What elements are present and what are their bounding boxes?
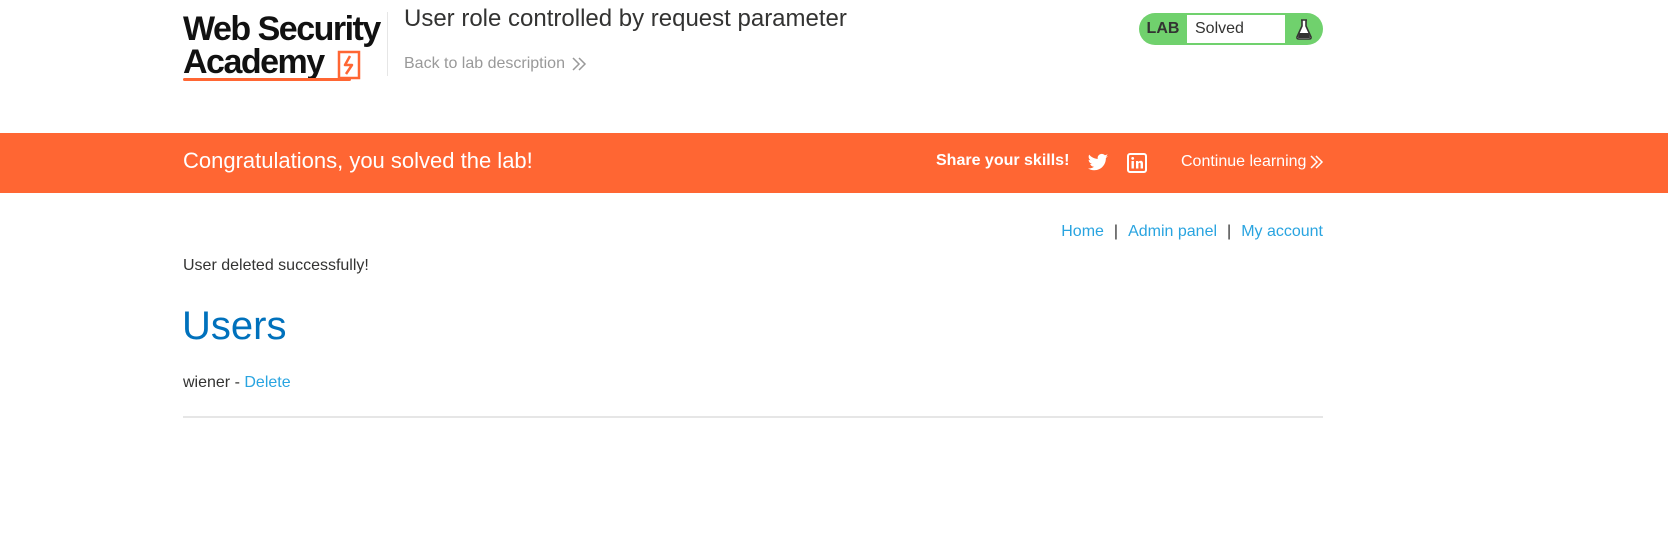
lab-status-widget: LAB Solved [1139,13,1323,45]
lab-title: User role controlled by request paramete… [404,5,847,32]
logo-line-2: Academy [183,43,325,81]
nav-separator: | [1227,223,1232,240]
congratulations-message: Congratulations, you solved the lab! [183,148,533,173]
content-divider [183,416,1323,418]
back-to-lab-description-link[interactable]: Back to lab description [404,55,587,73]
nav-my-account-link[interactable]: My account [1241,223,1323,240]
top-navigation: Home | Admin panel | My account [1061,223,1323,241]
lab-status-label: LAB [1146,20,1180,37]
users-heading: Users [182,304,287,348]
username: wiener [183,374,231,391]
flask-icon [1285,18,1323,40]
user-row-separator: - [230,374,245,391]
double-chevron-right-icon [1310,155,1324,169]
lab-status-value: Solved [1187,15,1285,43]
status-message: User deleted successfully! [183,257,369,274]
nav-admin-panel-link[interactable]: Admin panel [1128,223,1217,240]
double-chevron-right-icon [572,57,587,71]
page: Web Security Academy User role controlle… [0,0,1668,557]
continue-learning-label: Continue learning [1181,153,1307,170]
user-row: wiener - Delete [183,374,291,392]
nav-separator: | [1113,223,1119,240]
back-link-label: Back to lab description [404,55,565,72]
logo-underline [183,78,351,81]
solved-banner: Congratulations, you solved the lab! Sha… [0,133,1668,193]
delete-user-link[interactable]: Delete [244,374,290,391]
web-security-academy-logo[interactable]: Web Security Academy [183,10,383,84]
header: Web Security Academy User role controlle… [0,0,1668,133]
linkedin-icon[interactable] [1127,153,1147,173]
share-skills-label: Share your skills! [936,152,1070,169]
nav-home-link[interactable]: Home [1061,223,1104,240]
twitter-icon[interactable] [1087,153,1109,173]
header-divider [387,12,388,76]
continue-learning-link[interactable]: Continue learning [1181,153,1324,171]
